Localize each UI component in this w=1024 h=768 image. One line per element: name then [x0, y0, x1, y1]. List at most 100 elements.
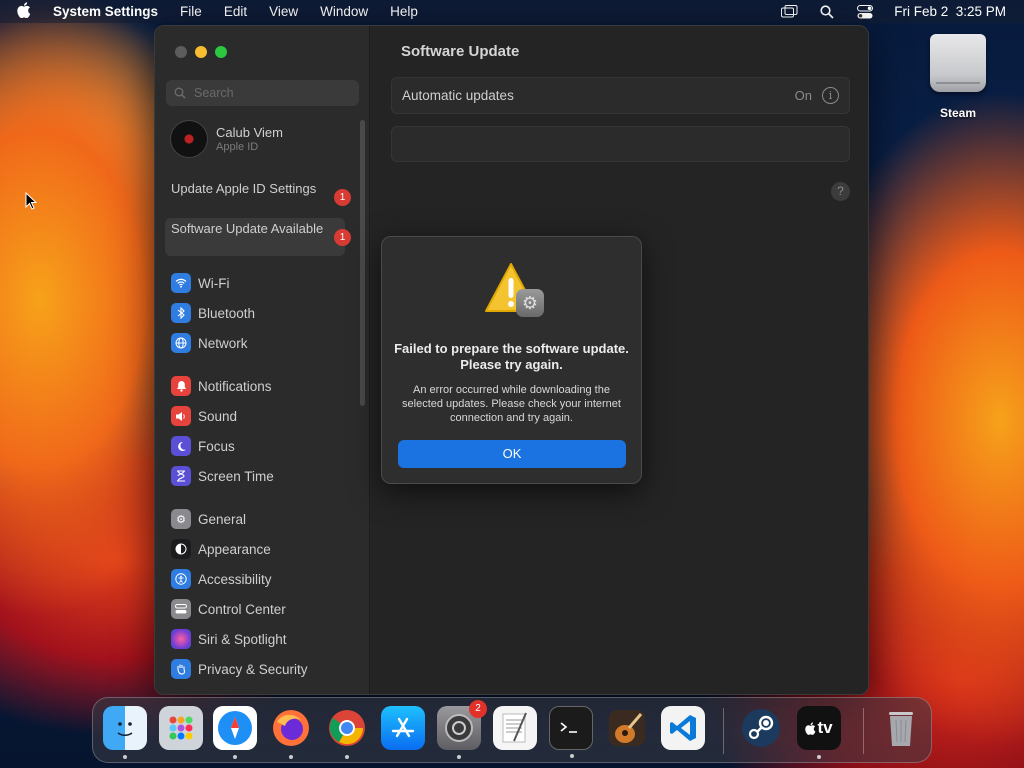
dock-separator	[723, 708, 724, 754]
avatar	[170, 120, 208, 158]
sidebar-item-focus[interactable]: Focus	[171, 431, 361, 461]
sidebar-item-label: Bluetooth	[198, 305, 256, 321]
sidebar-group-notifications: Notifications Sound Focus Screen Time	[171, 371, 361, 491]
sidebar-item-label: Appearance	[198, 541, 271, 557]
trash-icon[interactable]	[879, 706, 923, 750]
sidebar-group-network: Wi-Fi Bluetooth Network	[171, 268, 361, 358]
menu-clock[interactable]: Fri Feb 2 3:25 PM	[894, 4, 1006, 19]
sidebar-group-general: ⚙ General Appearance Accessibility Contr…	[171, 504, 361, 684]
menu-edit[interactable]: Edit	[224, 4, 247, 19]
apple-tv-icon[interactable]: tv	[797, 706, 841, 759]
sidebar-item-label: Privacy & Security	[198, 661, 308, 677]
automatic-updates-row[interactable]: Automatic updates On i	[391, 77, 850, 114]
sidebar-item-label: Sound	[198, 408, 238, 424]
mouse-cursor	[25, 192, 37, 210]
search-field[interactable]: Search	[166, 80, 359, 106]
sidebar-item-wifi[interactable]: Wi-Fi	[171, 268, 361, 298]
sidebar: Search Calub Viem Apple ID Update Apple …	[155, 26, 370, 694]
sidebar-item-general[interactable]: ⚙ General	[171, 504, 361, 534]
siri-icon	[171, 629, 191, 649]
running-indicator	[457, 755, 461, 759]
sidebar-item-update-apple-id[interactable]: Update Apple ID Settings 1	[165, 178, 351, 216]
spotlight-search-icon[interactable]	[818, 4, 836, 19]
app-store-icon[interactable]	[381, 706, 425, 750]
drive-icon	[930, 34, 986, 92]
profile-subtitle: Apple ID	[216, 141, 259, 153]
apple-menu-icon[interactable]	[17, 1, 37, 22]
running-indicator	[817, 755, 821, 759]
automatic-updates-value: On	[794, 88, 812, 103]
textedit-icon[interactable]	[493, 706, 537, 750]
menu-app-name[interactable]: System Settings	[53, 4, 158, 19]
vscode-icon[interactable]	[661, 706, 705, 750]
bell-icon	[171, 376, 191, 396]
dock-separator	[863, 708, 864, 754]
running-indicator	[289, 755, 293, 759]
finder-icon[interactable]	[103, 706, 147, 759]
menu-window[interactable]: Window	[320, 4, 368, 19]
sidebar-item-control-center[interactable]: Control Center	[171, 594, 361, 624]
running-indicator	[233, 755, 237, 759]
garageband-icon[interactable]	[605, 706, 649, 750]
notification-badge: 1	[334, 229, 351, 246]
safari-icon[interactable]	[213, 706, 257, 759]
screen-mirroring-icon[interactable]	[780, 5, 798, 19]
sidebar-item-accessibility[interactable]: Accessibility	[171, 564, 361, 594]
sidebar-item-bluetooth[interactable]: Bluetooth	[171, 298, 361, 328]
bluetooth-icon	[171, 303, 191, 323]
apple-id-profile[interactable]: Calub Viem Apple ID	[170, 120, 283, 158]
sidebar-item-label: Update Apple ID Settings	[171, 181, 317, 196]
sidebar-item-sound[interactable]: Sound	[171, 401, 361, 431]
chrome-icon[interactable]	[325, 706, 369, 759]
close-button[interactable]	[175, 46, 187, 58]
globe-icon	[171, 333, 191, 353]
steam-icon[interactable]	[739, 706, 783, 750]
apple-tv-label: tv	[817, 718, 833, 737]
notification-badge: 2	[469, 700, 487, 718]
menu-view[interactable]: View	[269, 4, 298, 19]
ok-button[interactable]: OK	[398, 440, 626, 468]
hand-icon	[171, 659, 191, 679]
minimize-button[interactable]	[195, 46, 207, 58]
profile-name: Calub Viem	[216, 125, 283, 140]
appearance-icon	[171, 539, 191, 559]
speaker-icon	[171, 406, 191, 426]
desktop-icon-label: Steam	[939, 106, 977, 120]
search-placeholder: Search	[194, 86, 234, 100]
sidebar-item-siri-spotlight[interactable]: Siri & Spotlight	[171, 624, 361, 654]
accessibility-icon	[171, 569, 191, 589]
sidebar-item-privacy-security[interactable]: Privacy & Security	[171, 654, 361, 684]
notification-badge: 1	[334, 189, 351, 206]
system-settings-icon[interactable]: 2	[437, 700, 487, 759]
menu-help[interactable]: Help	[390, 4, 418, 19]
sidebar-item-label: Notifications	[198, 378, 272, 394]
sidebar-item-network[interactable]: Network	[171, 328, 361, 358]
info-icon[interactable]: i	[822, 87, 839, 104]
hourglass-icon	[171, 466, 191, 486]
control-center-icon[interactable]	[856, 4, 874, 19]
sidebar-item-software-update-available[interactable]: Software Update Available 1	[165, 218, 351, 256]
launchpad-icon[interactable]	[159, 706, 203, 750]
terminal-icon[interactable]	[549, 706, 593, 758]
firefox-icon[interactable]	[269, 706, 313, 759]
zoom-button[interactable]	[215, 46, 227, 58]
dock: 2 tv	[92, 697, 932, 763]
dialog-title: Failed to prepare the software update. P…	[394, 341, 629, 372]
settings-gear-icon: ⚙	[516, 289, 544, 317]
sidebar-item-notifications[interactable]: Notifications	[171, 371, 361, 401]
sidebar-item-label: Network	[198, 335, 248, 351]
running-indicator	[345, 755, 349, 759]
menu-file[interactable]: File	[180, 4, 202, 19]
sidebar-item-label: Software Update Available	[171, 221, 324, 236]
warning-icon-group: ⚙	[483, 261, 545, 317]
sidebar-item-label: Accessibility	[198, 571, 272, 587]
window-controls	[175, 46, 227, 58]
sidebar-item-screen-time[interactable]: Screen Time	[171, 461, 361, 491]
sidebar-item-appearance[interactable]: Appearance	[171, 534, 361, 564]
error-dialog: ⚙ Failed to prepare the software update.…	[381, 236, 642, 484]
desktop-steam-drive[interactable]: Steam	[926, 34, 990, 120]
sidebar-scrollbar[interactable]	[360, 120, 365, 406]
sidebar-item-label: Screen Time	[198, 468, 274, 484]
sidebar-item-label: Focus	[198, 438, 235, 454]
help-button[interactable]: ?	[831, 182, 850, 201]
